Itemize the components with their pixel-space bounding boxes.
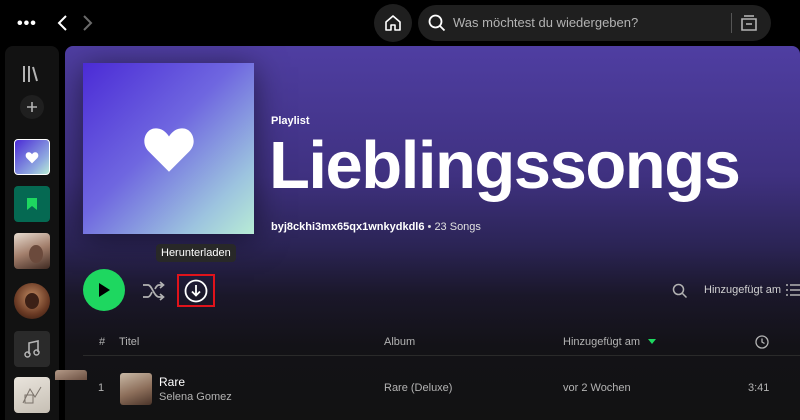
album-art bbox=[22, 386, 42, 404]
home-button[interactable] bbox=[374, 4, 412, 42]
playlist-view: Playlist Lieblingssongs byj8ckhi3mx65qx1… bbox=[65, 46, 800, 420]
create-playlist-button[interactable] bbox=[20, 95, 44, 119]
col-number: # bbox=[99, 336, 106, 348]
library-icon[interactable] bbox=[21, 64, 41, 84]
search-icon bbox=[428, 14, 446, 32]
top-bar: ••• Was möchtest du wiedergeben? bbox=[0, 0, 800, 46]
avatar bbox=[25, 293, 39, 309]
song-count: 23 Songs bbox=[434, 221, 481, 233]
search-bar[interactable]: Was möchtest du wiedergeben? bbox=[418, 5, 771, 41]
plus-icon bbox=[27, 102, 37, 112]
track-cover bbox=[120, 373, 152, 405]
track-number: 1 bbox=[98, 382, 105, 394]
forward-arrow-icon[interactable] bbox=[78, 11, 98, 35]
col-title[interactable]: Titel bbox=[119, 336, 139, 348]
sort-dropdown[interactable]: Hinzugefügt am bbox=[704, 284, 781, 296]
back-arrow-icon[interactable] bbox=[52, 11, 72, 35]
track-duration: 3:41 bbox=[748, 382, 770, 394]
sidebar-item-artist[interactable] bbox=[14, 233, 50, 269]
playlist-meta: byj8ckhi3mx65qx1wnkydkdl6 • 23 Songs bbox=[271, 221, 481, 233]
download-icon bbox=[184, 279, 208, 302]
bookmark-icon bbox=[27, 198, 37, 210]
more-icon[interactable]: ••• bbox=[17, 15, 37, 33]
search-divider bbox=[731, 13, 732, 33]
col-album[interactable]: Album bbox=[384, 336, 415, 348]
download-tooltip: Herunterladen bbox=[156, 244, 236, 262]
next-track-cover bbox=[55, 370, 87, 380]
track-list-header: # Titel Album Hinzugefügt am bbox=[83, 330, 800, 356]
table-row[interactable]: 1 Rare Selena Gomez Rare (Deluxe) vor 2 … bbox=[83, 368, 800, 410]
heart-icon bbox=[143, 127, 194, 172]
home-icon bbox=[385, 15, 401, 31]
play-button[interactable] bbox=[83, 269, 125, 311]
playlist-cover bbox=[83, 63, 254, 234]
music-note-icon bbox=[24, 340, 40, 358]
sidebar-item-album[interactable] bbox=[14, 377, 50, 413]
shuffle-button[interactable] bbox=[142, 280, 166, 302]
meta-separator: • bbox=[424, 221, 435, 233]
track-added: vor 2 Wochen bbox=[563, 382, 631, 394]
playlist-type-label: Playlist bbox=[271, 115, 310, 127]
sidebar-item-episodes[interactable] bbox=[14, 186, 50, 222]
sidebar-item-liked-songs[interactable] bbox=[14, 139, 50, 175]
col-added[interactable]: Hinzugefügt am bbox=[563, 336, 640, 348]
heart-icon bbox=[25, 151, 39, 163]
search-in-playlist-icon[interactable] bbox=[672, 283, 688, 299]
download-button[interactable] bbox=[177, 274, 215, 307]
playlist-owner-link[interactable]: byj8ckhi3mx65qx1wnkydkdl6 bbox=[271, 221, 424, 233]
clock-icon bbox=[755, 335, 769, 349]
search-input[interactable]: Was möchtest du wiedergeben? bbox=[453, 15, 638, 30]
track-title[interactable]: Rare bbox=[159, 375, 185, 389]
track-album[interactable]: Rare (Deluxe) bbox=[384, 382, 452, 394]
track-artist[interactable]: Selena Gomez bbox=[159, 391, 232, 403]
sort-caret-icon bbox=[648, 339, 656, 344]
sidebar-item-local-files[interactable] bbox=[14, 331, 50, 367]
browse-icon[interactable] bbox=[739, 13, 759, 33]
page-title: Lieblingssongs bbox=[269, 128, 741, 203]
list-view-icon[interactable] bbox=[786, 284, 800, 296]
sidebar-item-artist-2[interactable] bbox=[14, 283, 50, 319]
library-sidebar bbox=[5, 46, 59, 420]
shuffle-icon bbox=[143, 281, 165, 301]
avatar bbox=[29, 245, 43, 263]
play-icon bbox=[99, 283, 110, 297]
